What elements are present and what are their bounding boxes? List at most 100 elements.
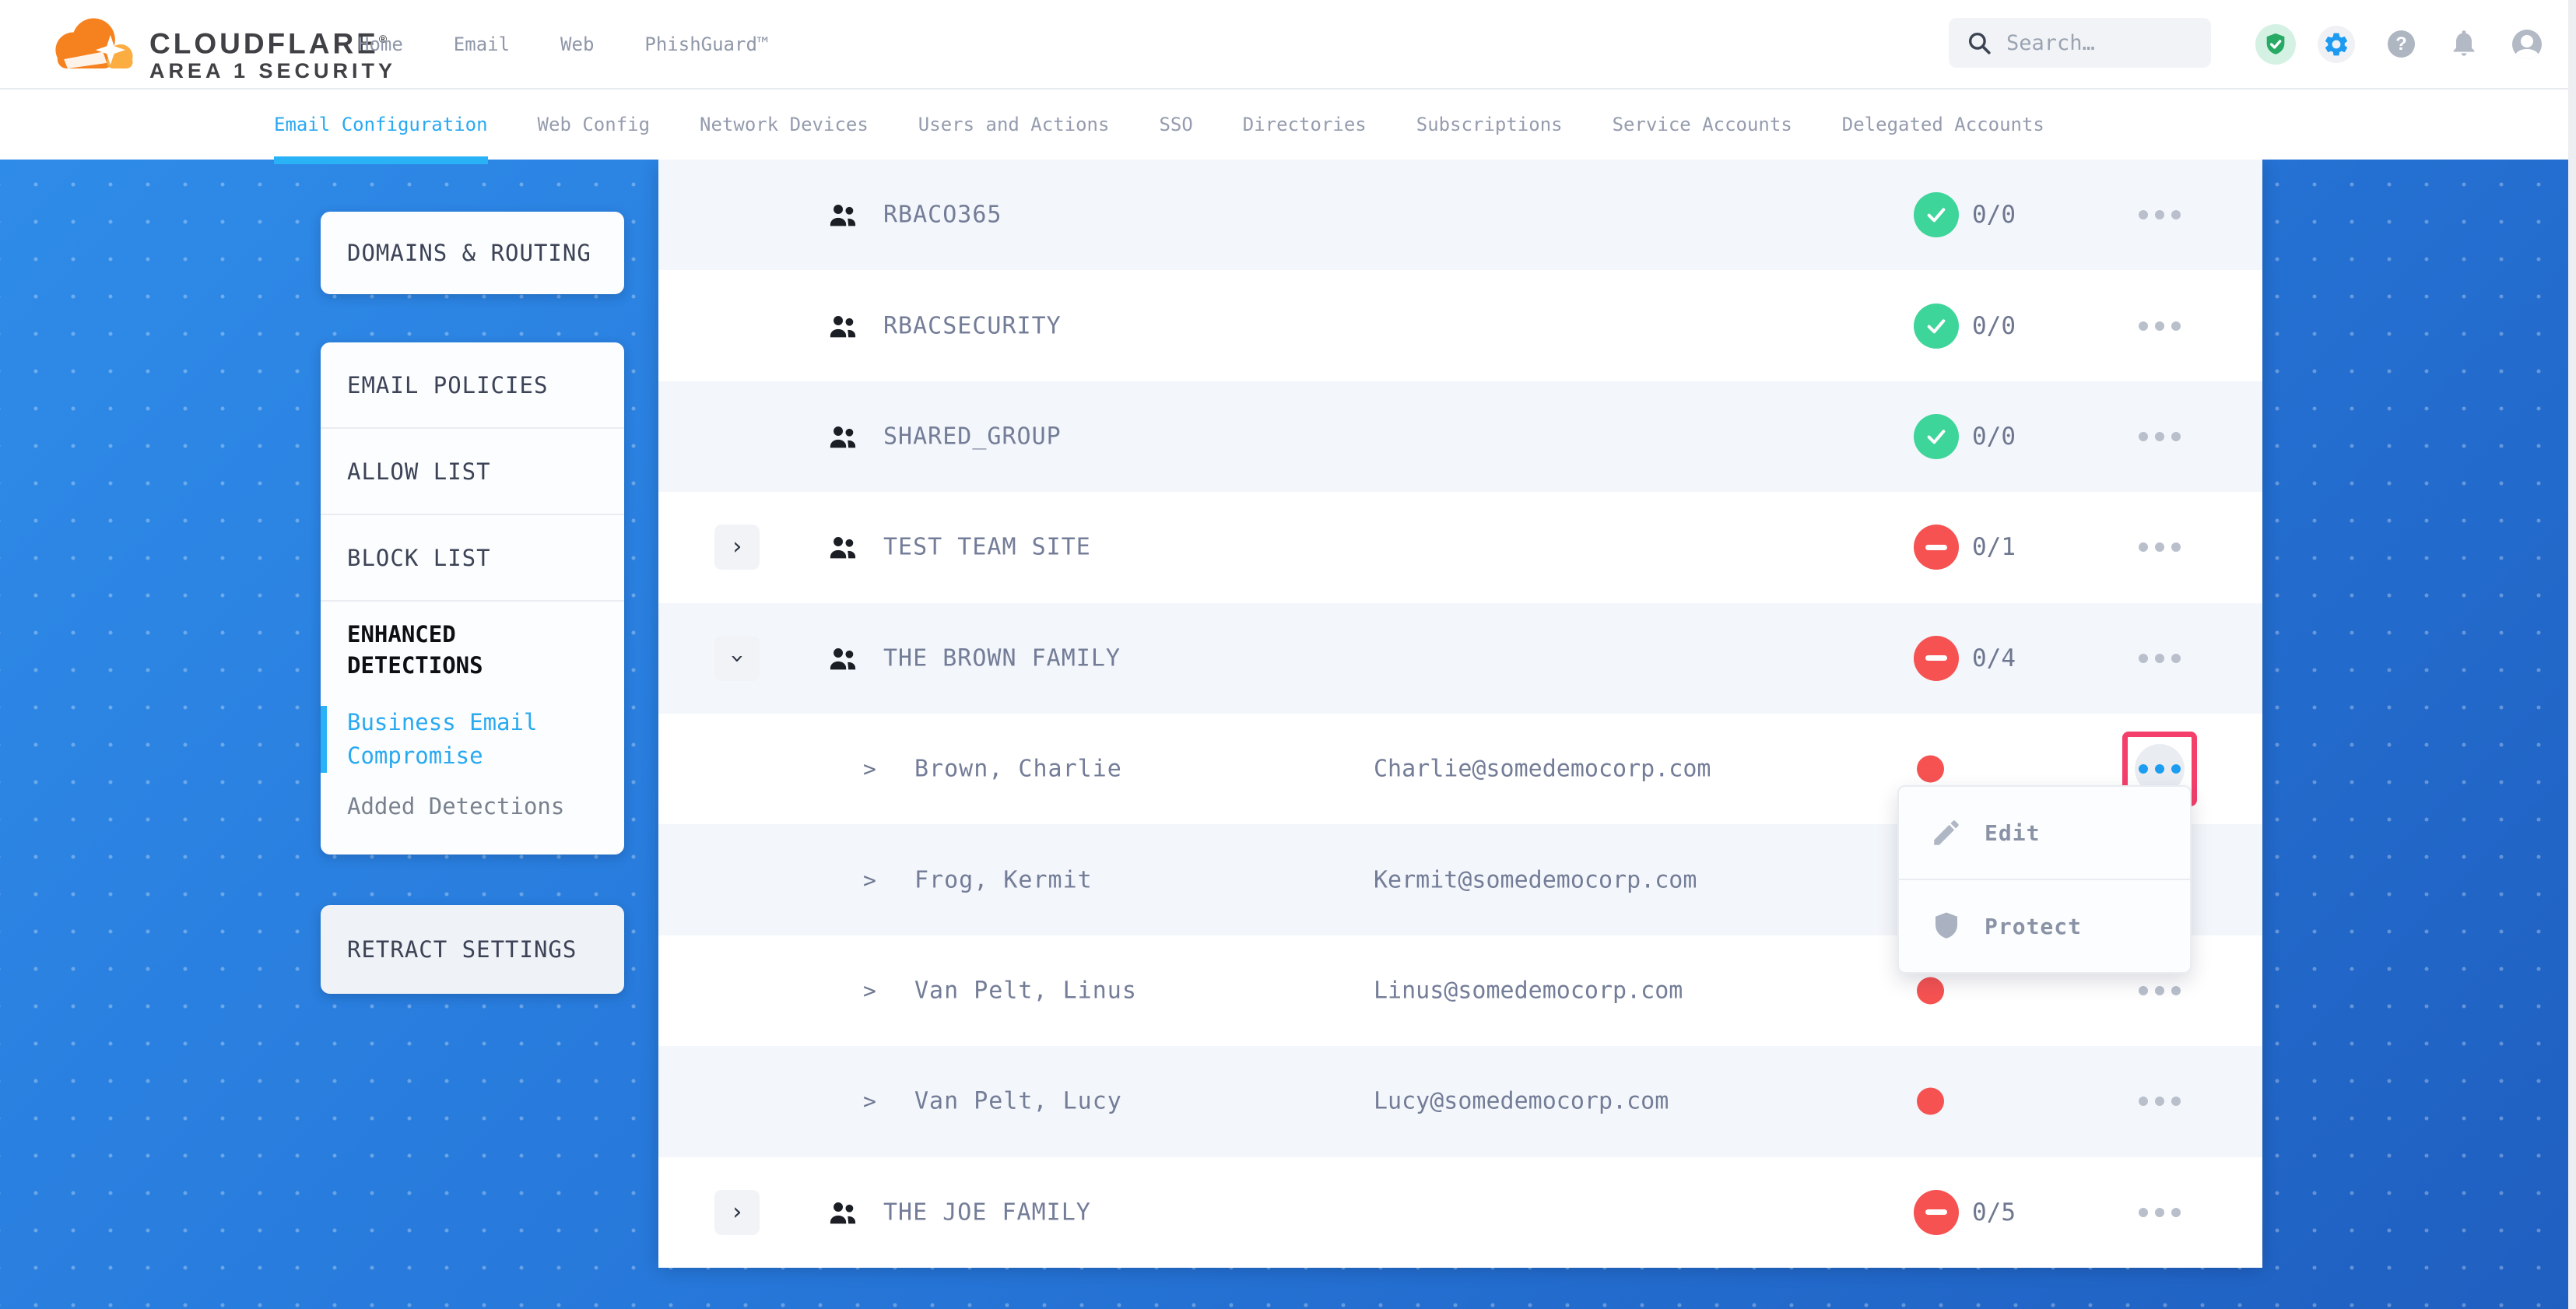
row-email: Linus@somedemocorp.com <box>1374 977 1683 1004</box>
member-chevron-icon: > <box>863 756 876 782</box>
protection-status-badge <box>1914 414 1959 459</box>
tab-sso[interactable]: SSO <box>1159 89 1192 160</box>
context-menu-label: Edit <box>1985 820 2040 846</box>
tab-subscriptions[interactable]: Subscriptions <box>1416 89 1563 160</box>
sidebar-item-label: ALLOW LIST <box>347 458 491 485</box>
row-name[interactable]: SHARED_GROUP <box>883 423 1062 450</box>
account-button[interactable] <box>2512 0 2542 88</box>
row-name[interactable]: RBACSECURITY <box>883 312 1062 339</box>
sidebar-item-business-email-compromise[interactable]: Business Email Compromise <box>321 706 581 773</box>
help-icon: ? <box>2388 30 2415 58</box>
alert-dot <box>1917 756 1944 783</box>
search-bar[interactable] <box>1949 18 2211 68</box>
row-menu-button[interactable] <box>2135 301 2185 351</box>
scrollbar[interactable] <box>2568 0 2576 1309</box>
top-nav-item[interactable]: Email <box>454 33 510 55</box>
group-icon <box>826 310 859 342</box>
tab-directories[interactable]: Directories <box>1243 89 1367 160</box>
table-row: RBACO365 0/0 <box>658 160 2262 270</box>
tab-network-devices[interactable]: Network Devices <box>700 89 869 160</box>
tab-users-and-actions[interactable]: Users and Actions <box>918 89 1110 160</box>
top-nav-item[interactable]: PhishGuard™ <box>644 33 768 55</box>
notifications-button[interactable] <box>2448 0 2479 88</box>
sidebar-section-enhanced-detections: ENHANCED DETECTIONS Business Email Compr… <box>321 602 624 819</box>
protection-status-badge <box>1914 192 1959 237</box>
row-name[interactable]: TEST TEAM SITE <box>883 534 1091 561</box>
sidebar-item-added-detections[interactable]: Added Detections <box>347 793 598 819</box>
row-name[interactable]: RBACO365 <box>883 202 1002 229</box>
row-menu-button[interactable] <box>2135 190 2185 240</box>
group-icon <box>826 531 859 563</box>
row-menu-button[interactable] <box>2135 1188 2185 1237</box>
protection-status-badge <box>1914 1190 1959 1235</box>
table-row: SHARED_GROUP 0/0 <box>658 381 2262 492</box>
context-menu-item-protect[interactable]: Protect <box>1899 879 2190 972</box>
group-icon <box>826 198 859 231</box>
context-menu-item-edit[interactable]: Edit <box>1899 787 2190 879</box>
alert-dot <box>1917 1088 1944 1115</box>
expand-button[interactable]: › <box>714 636 760 681</box>
tab-delegated-accounts[interactable]: Delegated Accounts <box>1842 89 2044 160</box>
row-menu-button[interactable] <box>2135 633 2185 683</box>
row-name[interactable]: Van Pelt, Linus <box>914 977 1137 1004</box>
sidebar-item-label: RETRACT SETTINGS <box>347 936 577 963</box>
row-menu-button[interactable] <box>2135 412 2185 461</box>
sidebar-policies-card: EMAIL POLICIES ALLOW LIST BLOCK LIST ENHAN… <box>321 342 624 855</box>
cloudflare-logo[interactable]: CLOUDFLARE® AREA 1 SECURITY <box>45 11 396 84</box>
group-icon <box>826 642 859 675</box>
protection-count: 0/1 <box>1972 533 2016 561</box>
table-row: > Van Pelt, Lucy Lucy@somedemocorp.com <box>658 1046 2262 1156</box>
notifications-bell-icon <box>2448 27 2479 61</box>
shield-status-icon <box>2255 24 2296 65</box>
table-row: RBACSECURITY 0/0 <box>658 270 2262 381</box>
sidebar-section-title: ENHANCED DETECTIONS <box>347 619 598 681</box>
table-row: › THE BROWN FAMILY 0/4 <box>658 603 2262 714</box>
protection-count: 0/0 <box>1972 423 2016 451</box>
row-email: Charlie@somedemocorp.com <box>1374 756 1711 783</box>
member-chevron-icon: > <box>863 977 876 1003</box>
tab-email-configuration[interactable]: Email Configuration <box>274 89 488 160</box>
protection-count: 0/4 <box>1972 644 2016 672</box>
sidebar-item-domains-routing[interactable]: DOMAINS & ROUTING <box>321 212 624 294</box>
expand-button[interactable]: › <box>714 1190 760 1235</box>
sidebar-item-retract-settings[interactable]: RETRACT SETTINGS <box>321 905 624 994</box>
settings-gear-icon <box>2318 26 2355 63</box>
sidebar-item-email-policies[interactable]: EMAIL POLICIES <box>321 342 624 429</box>
tab-service-accounts[interactable]: Service Accounts <box>1613 89 1792 160</box>
member-chevron-icon: > <box>863 1089 876 1114</box>
row-email: Lucy@somedemocorp.com <box>1374 1088 1669 1115</box>
sidebar-item-block-list[interactable]: BLOCK LIST <box>321 515 624 602</box>
group-icon <box>826 1196 859 1229</box>
pencil-icon <box>1930 816 1963 849</box>
settings-button[interactable] <box>2318 0 2355 88</box>
help-button[interactable]: ? <box>2388 0 2415 88</box>
search-input[interactable] <box>2005 30 2195 56</box>
row-name[interactable]: THE JOE FAMILY <box>883 1198 1091 1226</box>
row-name[interactable]: Frog, Kermit <box>914 866 1093 893</box>
protection-status-badge <box>1914 636 1959 681</box>
top-nav-item[interactable]: Web <box>560 33 594 55</box>
sidebar-item-label: DOMAINS & ROUTING <box>347 240 591 266</box>
row-menu-button[interactable] <box>2135 522 2185 572</box>
account-avatar-icon <box>2512 30 2542 59</box>
protection-status-badge <box>1914 525 1959 570</box>
top-nav-item[interactable]: Home <box>358 33 403 55</box>
table-row: › THE JOE FAMILY 0/5 <box>658 1157 2262 1268</box>
protection-count: 0/5 <box>1972 1198 2016 1227</box>
protection-count: 0/0 <box>1972 312 2016 340</box>
groups-table: RBACO365 0/0 RBACSECURITY 0/0 <box>658 160 2262 1264</box>
app-header: CLOUDFLARE® AREA 1 SECURITY Home Email Web… <box>0 0 2576 89</box>
shield-status-button[interactable] <box>2255 0 2296 88</box>
row-name[interactable]: Van Pelt, Lucy <box>914 1088 1122 1115</box>
row-name[interactable]: THE BROWN FAMILY <box>883 644 1121 672</box>
row-name[interactable]: Brown, Charlie <box>914 756 1122 783</box>
member-chevron-icon: > <box>863 867 876 893</box>
cloudflare-cloud-icon <box>45 11 139 78</box>
sidebar-item-allow-list[interactable]: ALLOW LIST <box>321 429 624 515</box>
row-menu-button[interactable] <box>2135 1076 2185 1126</box>
section-tab-bar: Email Configuration Web Config Network Dev… <box>0 89 2576 160</box>
table-row: › TEST TEAM SITE 0/1 <box>658 492 2262 602</box>
tab-web-config[interactable]: Web Config <box>538 89 651 160</box>
expand-button[interactable]: › <box>714 525 760 570</box>
search-icon <box>1966 30 1992 56</box>
